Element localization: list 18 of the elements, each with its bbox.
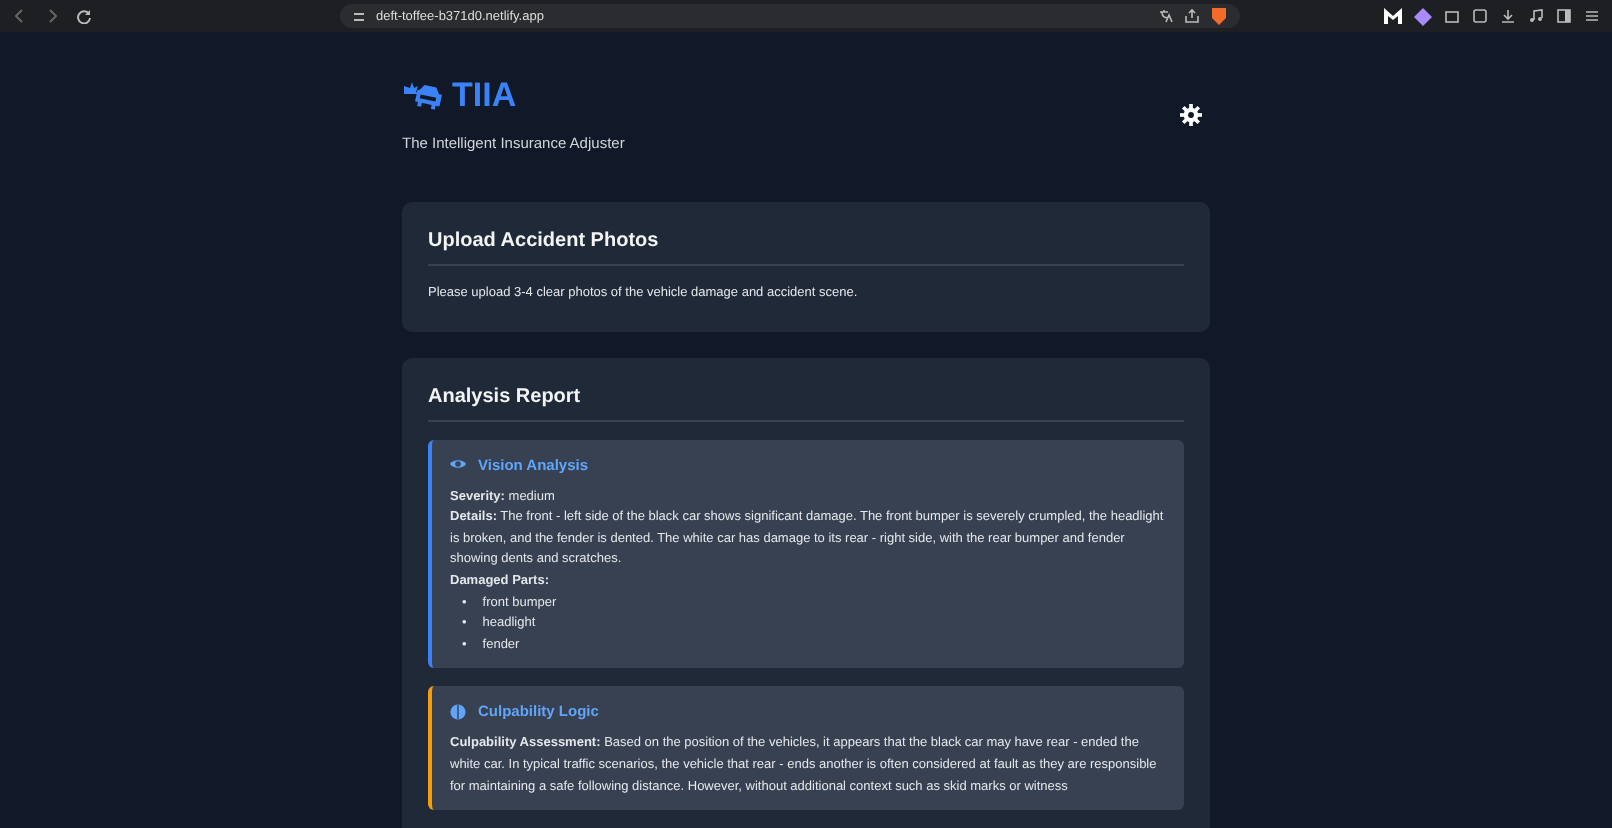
- menu-icon[interactable]: [1584, 8, 1600, 24]
- translate-icon[interactable]: [1158, 8, 1174, 24]
- app-title: TIIA: [452, 76, 517, 116]
- eye-icon: [450, 456, 466, 473]
- card-title: Upload Accident Photos: [428, 230, 661, 252]
- music-icon[interactable]: [1528, 8, 1544, 24]
- sidebar-icon[interactable]: [1556, 8, 1572, 24]
- shield-icon[interactable]: [1210, 6, 1228, 26]
- card-title: Analysis Report: [428, 385, 583, 408]
- car-crash-icon: [402, 82, 442, 110]
- forward-icon[interactable]: [44, 8, 60, 24]
- diamond-icon[interactable]: [1414, 7, 1432, 25]
- reload-icon[interactable]: [76, 8, 92, 24]
- share-icon[interactable]: [1184, 8, 1200, 24]
- site-settings-icon[interactable]: [352, 9, 366, 23]
- download-icon[interactable]: [1500, 8, 1516, 24]
- back-icon[interactable]: [12, 8, 28, 24]
- settings-icon[interactable]: [1180, 103, 1202, 125]
